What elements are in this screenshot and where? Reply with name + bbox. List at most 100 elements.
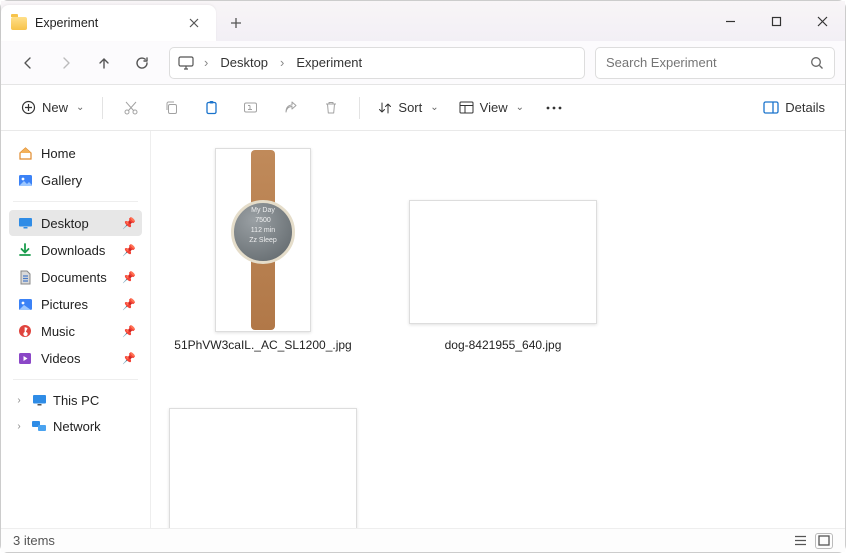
pin-icon: 📌 [122,325,136,338]
pin-icon: 📌 [122,298,136,311]
status-bar: 3 items [1,528,845,552]
file-item[interactable]: My Day7500112 minZz Sleep 51PhVW3caIL._A… [163,143,363,356]
chevron-right-icon: › [13,421,25,432]
sidebar-item-gallery[interactable]: Gallery [9,167,142,193]
music-icon [17,323,33,339]
folder-icon [11,17,27,30]
chevron-right-icon: › [13,395,25,406]
separator [102,97,103,119]
new-tab-button[interactable] [216,5,256,41]
trash-icon [324,100,338,115]
refresh-button[interactable] [125,48,159,78]
window-tab[interactable]: Experiment [1,5,216,41]
tab-close-button[interactable] [186,15,202,31]
view-icon [459,101,474,114]
item-count: 3 items [13,533,55,548]
file-name: dog-8421955_640.jpg [445,338,562,352]
file-thumbnail [168,400,358,530]
details-label: Details [785,100,825,115]
share-icon [284,100,299,115]
more-button[interactable] [536,92,572,124]
search-icon [810,56,824,70]
file-list[interactable]: My Day7500112 minZz Sleep 51PhVW3caIL._A… [151,131,845,530]
sidebar-label: Videos [41,351,81,366]
copy-button[interactable] [153,92,189,124]
chevron-right-icon: › [276,55,288,70]
view-mode-switcher [791,533,833,549]
chevron-down-icon: ⌄ [430,102,438,113]
new-button[interactable]: New ⌄ [13,92,92,124]
navigation-pane: Home Gallery Desktop 📌 Downloads 📌 Docum… [1,131,151,530]
sort-icon [378,101,392,115]
file-item[interactable]: hover-fly-8135298_640.jpg [163,396,363,530]
sidebar-item-pictures[interactable]: Pictures 📌 [9,291,142,317]
pin-icon: 📌 [122,271,136,284]
window-controls [707,1,845,41]
sidebar-label: Network [53,419,101,434]
sort-button[interactable]: Sort ⌄ [370,92,446,124]
videos-icon [17,350,33,366]
sidebar-item-videos[interactable]: Videos 📌 [9,345,142,371]
address-bar[interactable]: › Desktop › Experiment [169,47,585,79]
chevron-right-icon: › [200,55,212,70]
sidebar-item-downloads[interactable]: Downloads 📌 [9,237,142,263]
file-name: 51PhVW3caIL._AC_SL1200_.jpg [174,338,351,352]
details-pane-icon [763,101,779,114]
file-thumbnail: My Day7500112 minZz Sleep [168,147,358,332]
explorer-body: Home Gallery Desktop 📌 Downloads 📌 Docum… [1,131,845,530]
thumbnails-view-button[interactable] [815,533,833,549]
view-button[interactable]: View ⌄ [451,92,532,124]
ellipsis-icon [546,106,562,110]
forward-button[interactable] [49,48,83,78]
sidebar-label: Desktop [41,216,89,231]
sidebar-item-home[interactable]: Home [9,140,142,166]
pin-icon: 📌 [122,217,136,230]
file-item[interactable]: dog-8421955_640.jpg [403,188,603,356]
paste-button[interactable] [193,92,229,124]
separator [359,97,360,119]
sidebar-item-desktop[interactable]: Desktop 📌 [9,210,142,236]
home-icon [17,145,33,161]
tab-title: Experiment [35,16,178,30]
breadcrumb-experiment[interactable]: Experiment [294,52,364,73]
pin-icon: 📌 [122,352,136,365]
downloads-icon [17,242,33,258]
nav-bar: › Desktop › Experiment [1,41,845,85]
details-view-button[interactable] [791,533,809,549]
separator [13,379,138,380]
back-button[interactable] [11,48,45,78]
maximize-button[interactable] [753,1,799,41]
separator [13,201,138,202]
this-pc-icon [31,392,47,408]
up-button[interactable] [87,48,121,78]
breadcrumb-desktop[interactable]: Desktop [218,52,270,73]
rename-button[interactable] [233,92,269,124]
sidebar-item-network[interactable]: › Network [7,414,144,438]
delete-button[interactable] [313,92,349,124]
rename-icon [243,100,259,115]
close-window-button[interactable] [799,1,845,41]
sidebar-label: Downloads [41,243,105,258]
copy-icon [164,100,179,115]
cut-button[interactable] [113,92,149,124]
documents-icon [17,269,33,285]
minimize-button[interactable] [707,1,753,41]
sidebar-item-music[interactable]: Music 📌 [9,318,142,344]
search-box[interactable] [595,47,835,79]
new-label: New [42,100,68,115]
monitor-icon [178,56,194,70]
sidebar-item-documents[interactable]: Documents 📌 [9,264,142,290]
sidebar-label: Music [41,324,75,339]
sidebar-item-this-pc[interactable]: › This PC [7,388,144,412]
search-input[interactable] [606,55,810,70]
network-icon [31,418,47,434]
chevron-down-icon: ⌄ [76,102,84,113]
clipboard-icon [204,100,219,115]
view-label: View [480,100,508,115]
pictures-icon [17,296,33,312]
scissors-icon [123,100,139,116]
title-bar: Experiment [1,1,845,41]
share-button[interactable] [273,92,309,124]
details-pane-button[interactable]: Details [755,92,833,124]
sidebar-label: This PC [53,393,99,408]
